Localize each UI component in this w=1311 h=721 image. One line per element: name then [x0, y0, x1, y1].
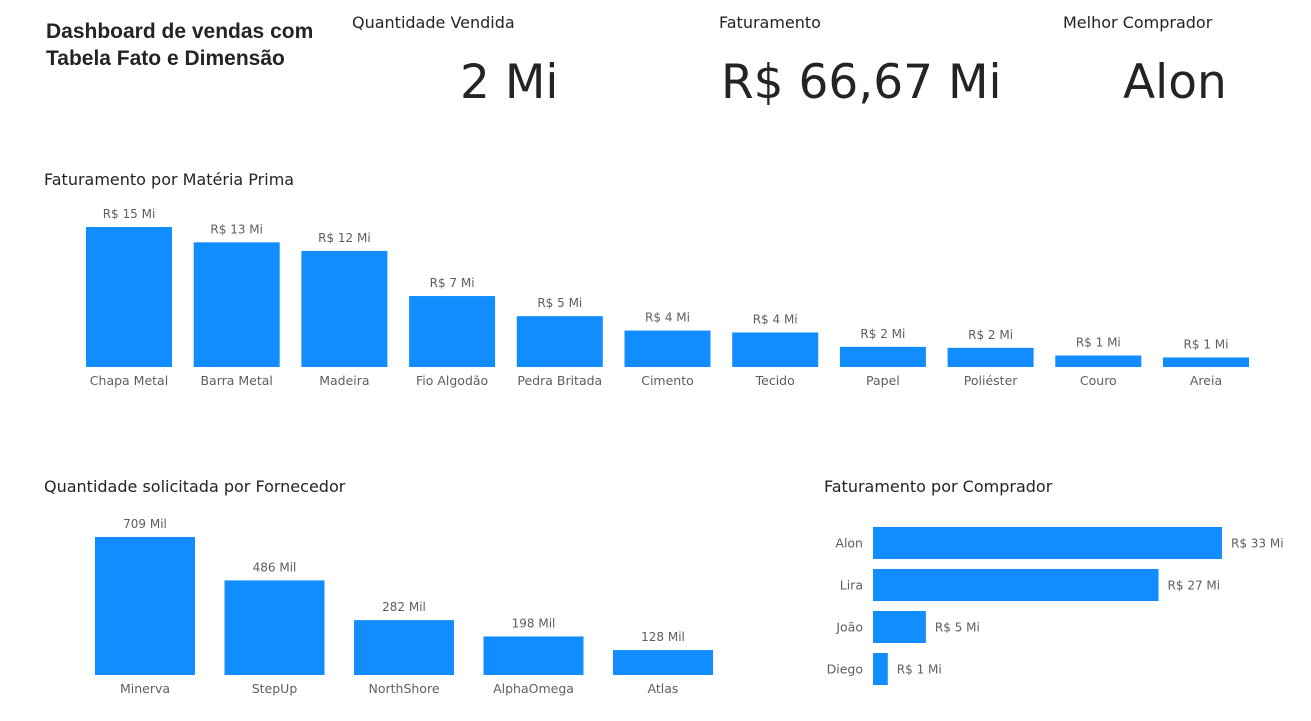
card-value: R$ 66,67 Mi — [721, 55, 1002, 110]
card-quantidade-vendida[interactable]: Quantidade Vendida 2 Mi — [340, 0, 670, 120]
data-label: R$ 1 Mi — [1184, 337, 1229, 351]
category-label: Atlas — [648, 681, 679, 696]
bar[interactable] — [873, 569, 1159, 601]
bar[interactable] — [301, 250, 388, 367]
dashboard-title: Dashboard de vendas com Tabela Fato e Di… — [46, 20, 314, 70]
category-label: Diego — [827, 662, 863, 677]
data-label: R$ 15 Mi — [103, 207, 156, 221]
data-label: R$ 1 Mi — [897, 663, 942, 677]
chart-title-materia-prima: Faturamento por Matéria Prima — [44, 170, 295, 189]
category-label: Couro — [1080, 373, 1117, 388]
category-label: AlphaOmega — [493, 681, 574, 696]
bar[interactable] — [193, 242, 280, 367]
card-label: Faturamento — [719, 13, 821, 32]
category-label: Cimento — [641, 373, 694, 388]
bar[interactable] — [624, 330, 711, 367]
category-label: Fio Algodão — [416, 373, 488, 388]
dashboard-page: Dashboard de vendas com Tabela Fato e Di… — [0, 0, 1311, 721]
bar[interactable] — [224, 580, 325, 675]
bar[interactable] — [95, 537, 195, 675]
bar[interactable] — [86, 227, 172, 367]
data-label: 282 Mil — [382, 600, 426, 614]
data-label: R$ 5 Mi — [537, 296, 582, 310]
category-label: Areia — [1190, 373, 1222, 388]
card-label: Quantidade Vendida — [352, 13, 515, 32]
data-label: R$ 2 Mi — [968, 328, 1013, 342]
data-label: R$ 1 Mi — [1076, 335, 1121, 349]
category-label: Madeira — [319, 373, 369, 388]
category-label: StepUp — [252, 681, 298, 696]
category-label: Barra Metal — [200, 373, 272, 388]
bar[interactable] — [839, 346, 926, 367]
bar[interactable] — [613, 650, 713, 675]
bar[interactable] — [732, 332, 819, 367]
data-label: R$ 13 Mi — [210, 222, 263, 236]
data-label: R$ 2 Mi — [860, 327, 905, 341]
category-label: João — [835, 620, 863, 635]
category-label: Minerva — [120, 681, 170, 696]
bar[interactable] — [873, 527, 1222, 559]
card-value: 2 Mi — [460, 55, 559, 110]
data-label: R$ 4 Mi — [753, 312, 798, 326]
data-label: R$ 7 Mi — [430, 276, 475, 290]
data-label: R$ 12 Mi — [318, 231, 371, 245]
data-label: 486 Mil — [253, 560, 297, 574]
category-label: Lira — [840, 578, 863, 593]
data-label: R$ 5 Mi — [935, 621, 980, 635]
category-label: Papel — [866, 373, 900, 388]
bar[interactable] — [516, 316, 603, 367]
chart-comprador[interactable]: R$ 33 Mi Alon R$ 27 Mi Lira R$ 5 Mi João R$ 1 … — [800, 515, 1300, 700]
category-label: Alon — [835, 536, 863, 551]
chart-fornecedor[interactable]: 709 Mil Minerva 486 Mil StepUp 282 Mil NorthS… — [0, 505, 760, 705]
category-label: Chapa Metal — [90, 373, 168, 388]
category-label: Pedra Britada — [517, 373, 602, 388]
chart-materia-prima[interactable]: R$ 15 Mi Chapa Metal R$ 13 Mi Barra Metal R$… — [0, 195, 1311, 395]
data-label: R$ 27 Mi — [1168, 579, 1221, 593]
data-label: 709 Mil — [123, 517, 167, 531]
card-melhor-comprador[interactable]: Melhor Comprador Alon — [1052, 0, 1302, 120]
data-label: R$ 33 Mi — [1231, 537, 1284, 551]
bar[interactable] — [409, 296, 496, 367]
category-label: Tecido — [755, 373, 795, 388]
data-label: R$ 4 Mi — [645, 311, 690, 325]
bar[interactable] — [873, 611, 926, 643]
data-label: 128 Mil — [641, 630, 685, 644]
bar[interactable] — [354, 620, 454, 675]
bar[interactable] — [873, 653, 888, 685]
card-label: Melhor Comprador — [1063, 13, 1213, 32]
bar[interactable] — [1163, 357, 1249, 367]
category-label: Poliéster — [964, 373, 1018, 388]
data-label: 198 Mil — [512, 616, 556, 630]
card-value: Alon — [1123, 55, 1227, 110]
category-label: NorthShore — [368, 681, 439, 696]
card-faturamento[interactable]: Faturamento R$ 66,67 Mi — [708, 0, 1038, 120]
bar[interactable] — [947, 347, 1034, 367]
chart-title-comprador: Faturamento por Comprador — [824, 477, 1053, 496]
bar[interactable] — [1055, 355, 1142, 367]
bar[interactable] — [483, 636, 584, 675]
chart-title-fornecedor: Quantidade solicitada por Fornecedor — [44, 477, 346, 496]
